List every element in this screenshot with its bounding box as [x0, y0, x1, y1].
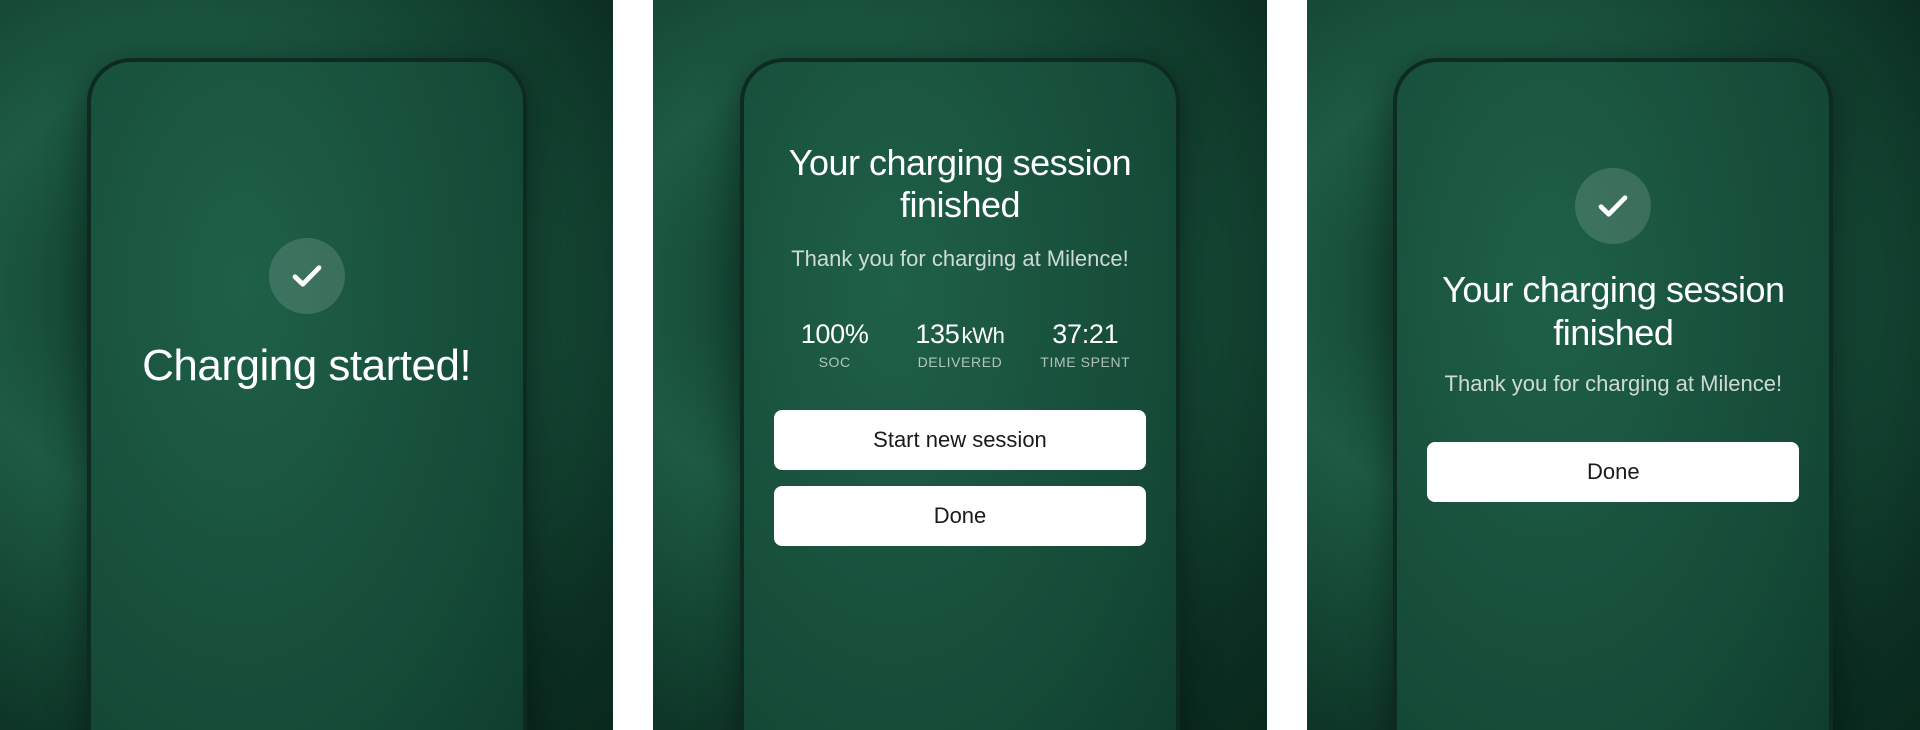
panel-session-finished-detailed: Your charging session finished Thank you… — [653, 0, 1266, 730]
button-group: Done — [1427, 442, 1799, 502]
stat-time-value: 37:21 — [1027, 319, 1144, 350]
done-button[interactable]: Done — [774, 486, 1146, 546]
phone-frame: Charging started! — [87, 58, 527, 730]
page-subtitle: Thank you for charging at Milence! — [791, 243, 1129, 275]
screen-content: Charging started! — [91, 62, 523, 730]
stat-soc-label: SOC — [776, 354, 893, 370]
stat-soc: 100% SOC — [776, 319, 893, 370]
page-title: Your charging session finished — [1427, 268, 1799, 354]
stat-delivered-label: DELIVERED — [901, 354, 1018, 370]
screen-content: Your charging session finished Thank you… — [744, 62, 1176, 730]
stat-time: 37:21 TIME SPENT — [1027, 319, 1144, 370]
check-icon — [1575, 168, 1651, 244]
stat-delivered-value: 135kWh — [901, 319, 1018, 350]
stat-delivered-number: 135 — [915, 319, 959, 349]
page-title: Charging started! — [142, 340, 471, 392]
page-subtitle: Thank you for charging at Milence! — [1445, 368, 1783, 400]
stat-delivered-unit: kWh — [962, 323, 1005, 348]
screen-content: Your charging session finished Thank you… — [1397, 62, 1829, 730]
button-group: Start new session Done — [774, 410, 1146, 546]
done-button[interactable]: Done — [1427, 442, 1799, 502]
phone-frame: Your charging session finished Thank you… — [1393, 58, 1833, 730]
session-stats: 100% SOC 135kWh DELIVERED 37:21 TIME SPE… — [774, 319, 1146, 370]
page-title: Your charging session finished — [774, 142, 1146, 227]
stat-time-label: TIME SPENT — [1027, 354, 1144, 370]
check-icon — [269, 238, 345, 314]
phone-frame: Your charging session finished Thank you… — [740, 58, 1180, 730]
panel-charging-started: Charging started! — [0, 0, 613, 730]
stat-delivered: 135kWh DELIVERED — [901, 319, 1018, 370]
panel-session-finished-simple: Your charging session finished Thank you… — [1307, 0, 1920, 730]
stat-soc-value: 100% — [776, 319, 893, 350]
start-new-session-button[interactable]: Start new session — [774, 410, 1146, 470]
